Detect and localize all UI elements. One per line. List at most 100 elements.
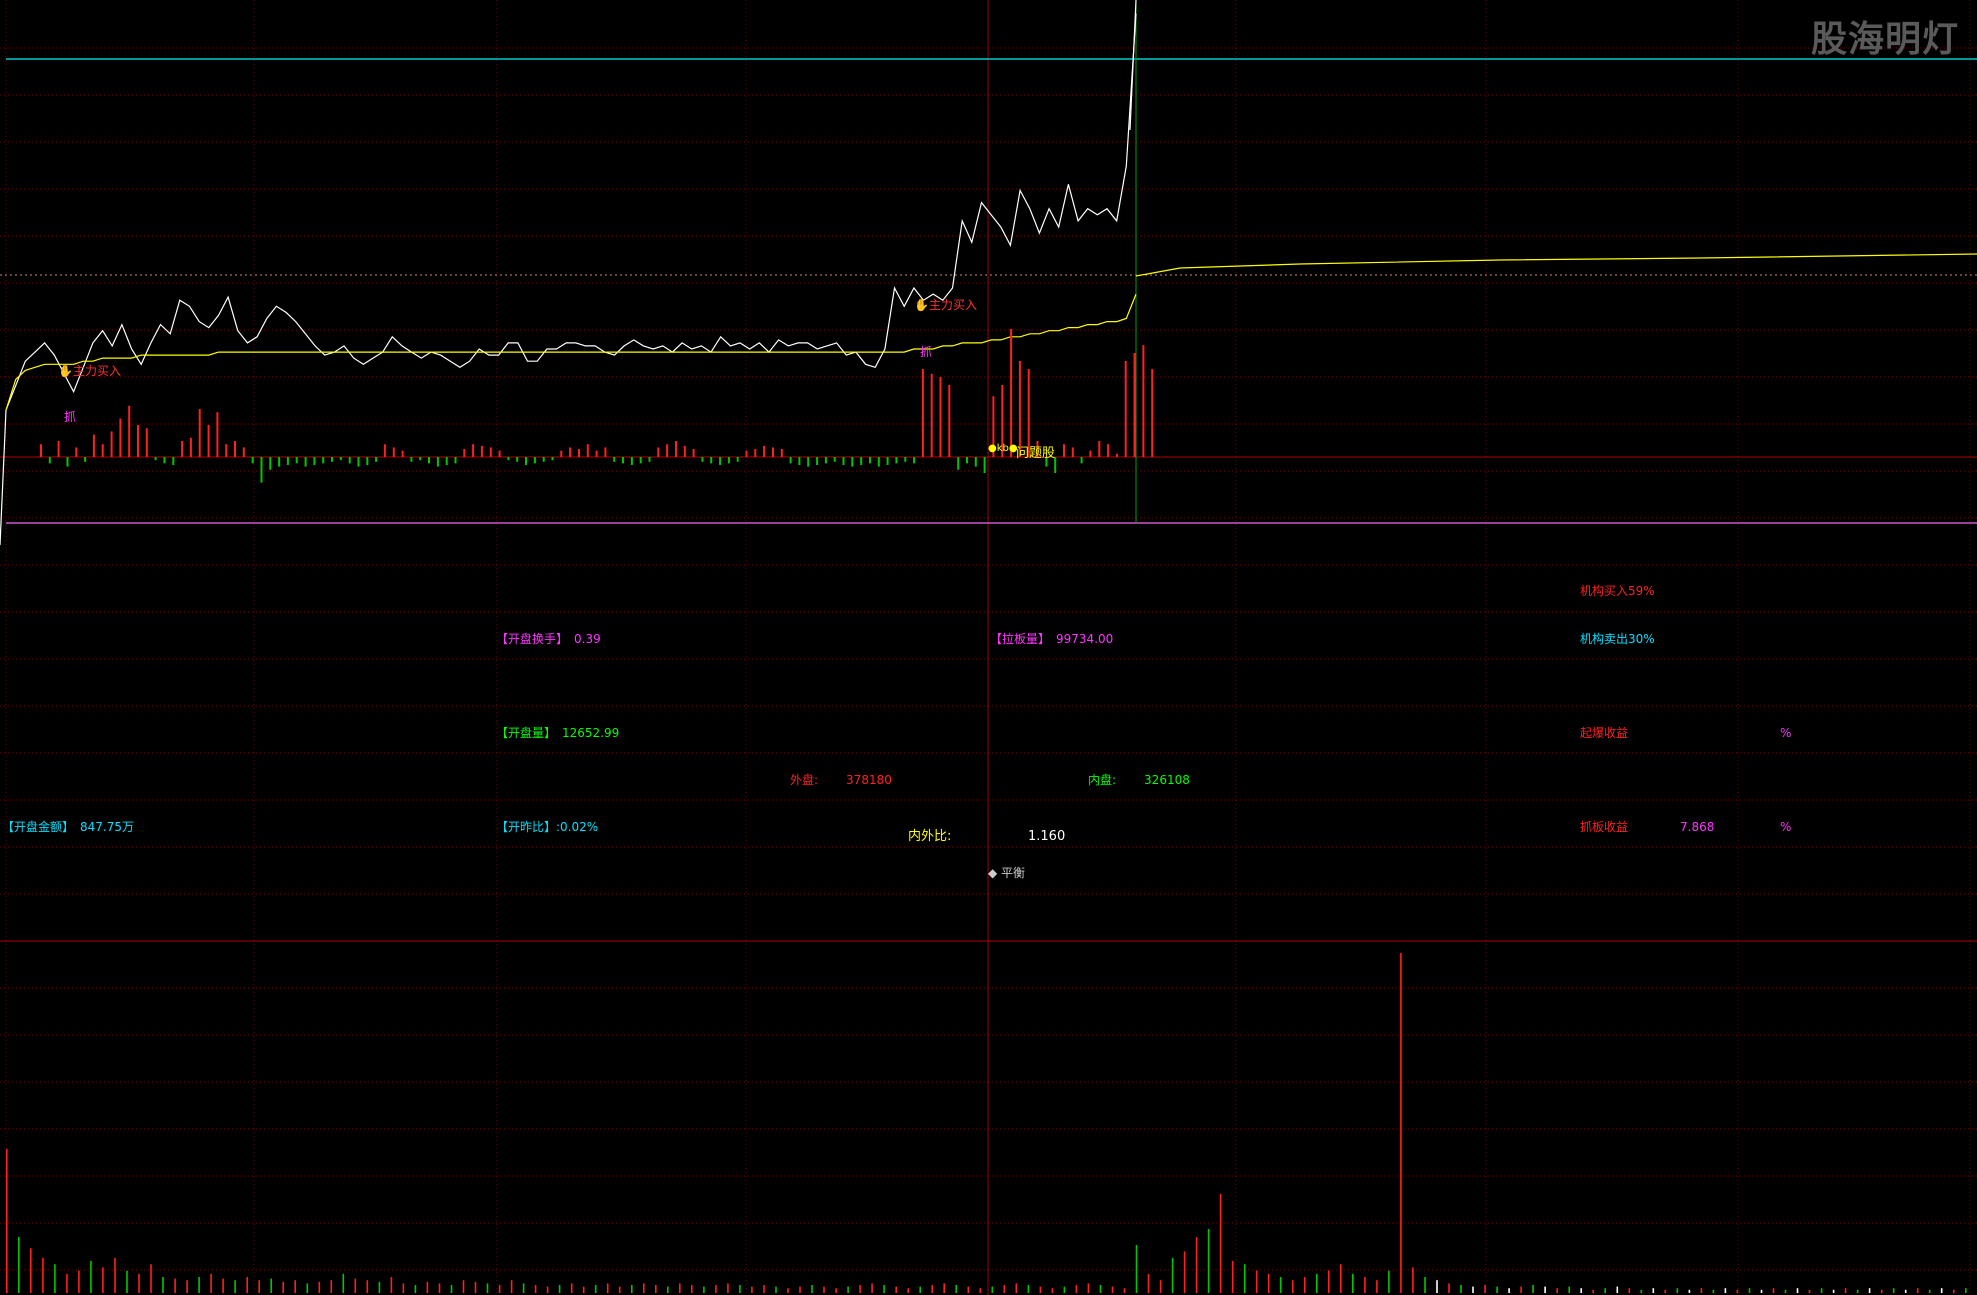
- signal-bar: [1142, 345, 1145, 457]
- problem-stock-signal: 问题股: [1016, 446, 1056, 461]
- signal-bar: [745, 450, 748, 457]
- volume-bar: [1760, 1289, 1763, 1293]
- volume-bar: [318, 1281, 321, 1293]
- volume-bar: [570, 1283, 573, 1293]
- volume-bar: [1292, 1280, 1294, 1293]
- open-ratio: 【开昨比】:0.02%: [496, 820, 599, 834]
- signal-bar: [304, 457, 307, 467]
- volume-bar: [1928, 1289, 1931, 1293]
- volume-bar: [1544, 1286, 1546, 1293]
- volume-bar: [1376, 1280, 1378, 1293]
- signal-bar: [375, 457, 378, 462]
- volume-bar: [1604, 1288, 1606, 1293]
- volume-bar: [871, 1283, 873, 1293]
- volume-bar: [30, 1248, 32, 1293]
- signal-bar: [419, 457, 422, 461]
- signal-bar: [322, 457, 325, 464]
- volume-bar: [1892, 1288, 1895, 1293]
- inst-sell-text: 机构卖出30%: [1580, 632, 1655, 646]
- volume-bar: [1940, 1288, 1943, 1293]
- volume-bar: [90, 1261, 92, 1293]
- volume-bar: [1219, 1193, 1222, 1293]
- volume-bar: [126, 1270, 128, 1293]
- volume-bar: [847, 1286, 849, 1293]
- signal-bar: [683, 445, 686, 457]
- signal-bar: [383, 444, 386, 457]
- balance-text: ◆ 平衡: [988, 866, 1026, 880]
- volume-bar: [655, 1285, 657, 1293]
- volume-bar: [1243, 1264, 1246, 1293]
- signal-bar: [533, 457, 536, 464]
- volume-bar: [354, 1278, 357, 1293]
- signal-bar: [128, 405, 131, 457]
- signal-bar: [780, 449, 783, 457]
- signal-bar: [1133, 353, 1136, 457]
- price-line-start: [0, 409, 7, 546]
- volume-bar: [1532, 1285, 1534, 1293]
- volume-bar: [18, 1237, 20, 1293]
- volume-bar: [1868, 1288, 1871, 1293]
- volume-bar: [919, 1286, 921, 1293]
- signal-bar: [57, 441, 60, 457]
- intraday-chart[interactable]: [0, 0, 1977, 1295]
- volume-bar: [1700, 1288, 1703, 1293]
- volume-bar: [1953, 1289, 1955, 1293]
- volume-bar: [1075, 1285, 1078, 1293]
- volume-bar: [1748, 1288, 1751, 1293]
- signal-bar: [710, 457, 713, 464]
- limit-volume: 【拉板量】 99734.00: [990, 632, 1114, 646]
- signal-bar: [295, 457, 298, 464]
- signal-bar: [1063, 444, 1065, 457]
- signal-bar: [1115, 453, 1118, 457]
- volume-bar: [174, 1278, 176, 1293]
- volume-bar: [739, 1285, 741, 1293]
- volume-bar: [1304, 1277, 1306, 1293]
- volume-bar: [1808, 1289, 1811, 1293]
- volume-bar: [1003, 1285, 1006, 1293]
- volume-bar: [763, 1285, 765, 1293]
- volume-bar: [967, 1286, 970, 1293]
- volume-bar: [1147, 1273, 1150, 1293]
- volume-bar: [1231, 1261, 1234, 1293]
- signal-bar: [145, 428, 148, 457]
- signal-bar: [851, 457, 854, 467]
- volume-bar: [1027, 1285, 1030, 1293]
- volume-bar: [1328, 1270, 1330, 1293]
- volume-bar: [486, 1283, 489, 1293]
- volume-bar: [1916, 1288, 1919, 1293]
- signal-bar: [428, 457, 430, 464]
- volume-bar: [1460, 1285, 1462, 1293]
- signal-bar: [983, 457, 986, 473]
- volume-bar: [330, 1280, 333, 1293]
- volume-bar: [679, 1283, 681, 1293]
- signal-bar: [666, 444, 669, 457]
- signal-bar: [101, 444, 104, 457]
- volume-bar: [186, 1280, 188, 1293]
- signal-bar: [948, 385, 951, 457]
- volume-bar: [835, 1288, 837, 1293]
- signal-bar: [974, 457, 977, 467]
- signal-bar: [604, 447, 607, 457]
- signal-bar: [286, 457, 289, 465]
- volume-bar: [1195, 1237, 1198, 1293]
- signal-bar: [40, 444, 42, 457]
- hand-icon: ✋: [914, 298, 929, 312]
- volume-bar: [1316, 1273, 1318, 1293]
- volume-bar: [631, 1285, 633, 1293]
- open-volume: 【开盘量】 12652.99: [496, 726, 620, 740]
- signal-bar: [622, 457, 624, 464]
- signal-bar: [119, 418, 122, 457]
- volume-bar: [522, 1283, 525, 1293]
- signal-bar: [1010, 329, 1013, 457]
- volume-bar: [1255, 1270, 1258, 1293]
- volume-bar: [1688, 1289, 1691, 1293]
- volume-bar: [1063, 1286, 1066, 1293]
- signal-bar: [639, 457, 642, 464]
- volume-bar: [510, 1280, 513, 1293]
- signal-bar: [727, 457, 730, 464]
- volume-bar: [859, 1285, 861, 1293]
- volume-bar: [1051, 1288, 1054, 1293]
- volume-bar: [42, 1257, 44, 1293]
- volume-bar: [1856, 1289, 1859, 1293]
- signal-bar: [348, 457, 351, 464]
